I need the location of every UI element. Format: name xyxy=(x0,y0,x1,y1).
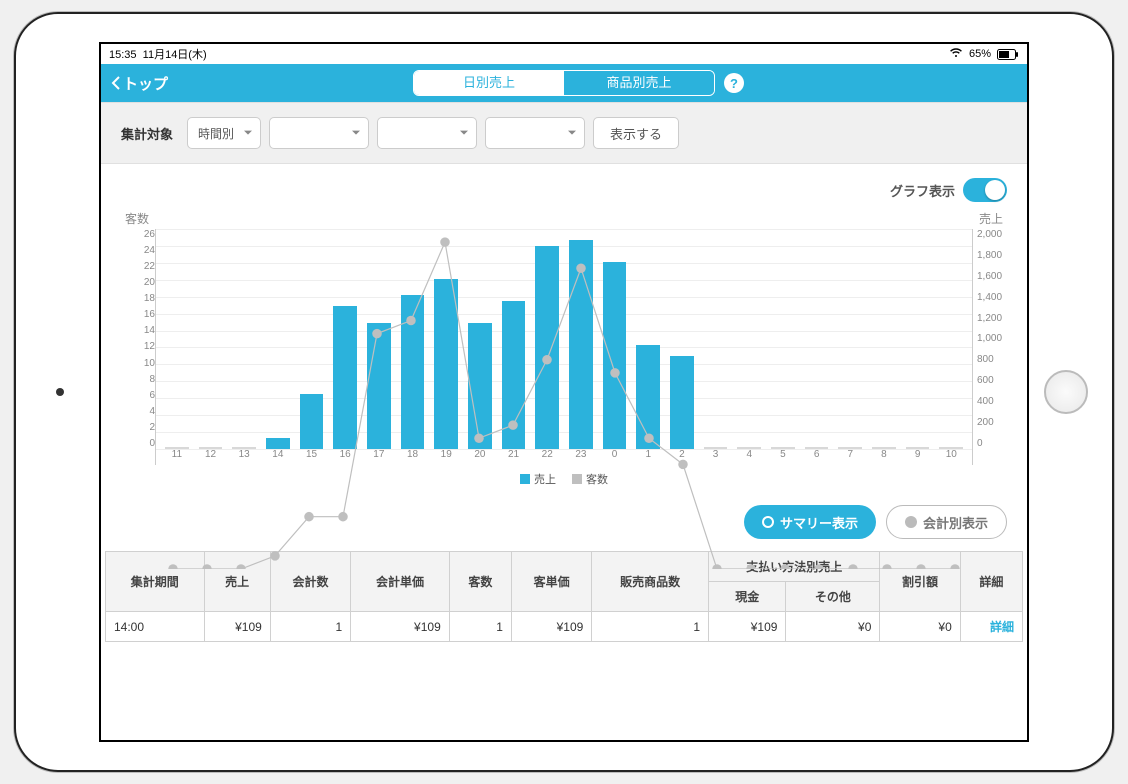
cell-other: ¥0 xyxy=(786,612,880,642)
left-axis-title: 客数 xyxy=(125,210,149,227)
col-sales: 売上 xyxy=(204,552,270,612)
filter-select-3[interactable] xyxy=(377,117,477,149)
chart-legend: 売上 客数 xyxy=(121,465,1007,487)
col-cash: 現金 xyxy=(709,582,786,612)
battery-icon xyxy=(997,48,1019,60)
back-button[interactable]: トップ xyxy=(111,73,168,94)
cell-sales: ¥109 xyxy=(204,612,270,642)
filter-select-4[interactable] xyxy=(485,117,585,149)
back-label: トップ xyxy=(123,73,168,94)
col-period: 集計期間 xyxy=(106,552,205,612)
graph-toggle-switch[interactable] xyxy=(963,178,1007,202)
camera-dot xyxy=(56,388,64,396)
cell-receipt-unit: ¥109 xyxy=(351,612,450,642)
y-axis-right: 2,0001,8001,6001,4001,2001,0008006004002… xyxy=(973,229,1007,465)
detail-link[interactable]: 詳細 xyxy=(990,620,1014,634)
filter-label: 集計対象 xyxy=(121,124,173,143)
nav-bar: トップ 日別売上 商品別売上 ? xyxy=(101,64,1027,102)
right-axis-title: 売上 xyxy=(979,210,1003,227)
cell-discount: ¥0 xyxy=(880,612,960,642)
cell-items: 1 xyxy=(592,612,709,642)
chart: 26242220181614121086420 1112131415161718… xyxy=(121,229,1007,465)
col-receipt-unit: 会計単価 xyxy=(351,552,450,612)
data-table-wrap: 集計期間 売上 会計数 会計単価 客数 客単価 販売商品数 支払い方法別売上 割… xyxy=(101,551,1027,642)
radio-icon xyxy=(905,516,917,528)
legend-sales: 売上 xyxy=(520,471,556,487)
status-bar: 15:35 11月14日(木) 65% xyxy=(101,44,1027,64)
cell-detail: 詳細 xyxy=(960,612,1022,642)
chevron-left-icon xyxy=(111,76,121,90)
chart-bars xyxy=(156,229,972,449)
graph-toggle-label: グラフ表示 xyxy=(890,181,955,200)
filter-select-2[interactable] xyxy=(269,117,369,149)
status-date: 11月14日(木) xyxy=(143,49,207,61)
home-button[interactable] xyxy=(1044,370,1088,414)
wifi-icon xyxy=(949,48,963,61)
cell-period: 14:00 xyxy=(106,612,205,642)
status-time: 15:35 xyxy=(109,49,137,61)
view-toggle: サマリー表示 会計別表示 xyxy=(101,493,1027,551)
data-table: 集計期間 売上 会計数 会計単価 客数 客単価 販売商品数 支払い方法別売上 割… xyxy=(105,551,1023,642)
cell-guest-unit: ¥109 xyxy=(511,612,591,642)
show-button[interactable]: 表示する xyxy=(593,117,679,149)
col-guests: 客数 xyxy=(449,552,511,612)
period-select[interactable]: 時間別 xyxy=(187,117,261,149)
segmented-control: 日別売上 商品別売上 xyxy=(413,70,715,96)
cell-guests: 1 xyxy=(449,612,511,642)
legend-guests: 客数 xyxy=(572,471,608,487)
y-axis-left: 26242220181614121086420 xyxy=(121,229,155,465)
summary-view-button[interactable]: サマリー表示 xyxy=(744,505,876,539)
tab-product-sales[interactable]: 商品別売上 xyxy=(564,71,714,95)
col-other: その他 xyxy=(786,582,880,612)
filter-bar: 集計対象 時間別 表示する xyxy=(101,102,1027,164)
cell-cash: ¥109 xyxy=(709,612,786,642)
col-receipts: 会計数 xyxy=(270,552,350,612)
col-payment-group: 支払い方法別売上 xyxy=(709,552,880,582)
col-discount: 割引額 xyxy=(880,552,960,612)
table-row: 14:00 ¥109 1 ¥109 1 ¥109 1 ¥109 ¥0 ¥0 詳細 xyxy=(106,612,1023,642)
cell-receipts: 1 xyxy=(270,612,350,642)
col-detail: 詳細 xyxy=(960,552,1022,612)
chart-area: 客数 売上 26242220181614121086420 1112131415… xyxy=(101,206,1027,493)
battery-text: 65% xyxy=(969,48,991,60)
col-items: 販売商品数 xyxy=(592,552,709,612)
col-guest-unit: 客単価 xyxy=(511,552,591,612)
plot-area: 11121314151617181920212223012345678910 xyxy=(155,229,973,465)
app-screen: 15:35 11月14日(木) 65% トップ 日別売上 商品別売上 xyxy=(99,42,1029,742)
tab-daily-sales[interactable]: 日別売上 xyxy=(414,71,564,95)
x-axis-ticks: 11121314151617181920212223012345678910 xyxy=(156,449,972,465)
help-button[interactable]: ? xyxy=(724,73,744,93)
radio-icon xyxy=(762,516,774,528)
receipt-view-button[interactable]: 会計別表示 xyxy=(886,505,1007,539)
graph-toggle-row: グラフ表示 xyxy=(101,164,1027,206)
ipad-frame: 15:35 11月14日(木) 65% トップ 日別売上 商品別売上 xyxy=(14,12,1114,772)
